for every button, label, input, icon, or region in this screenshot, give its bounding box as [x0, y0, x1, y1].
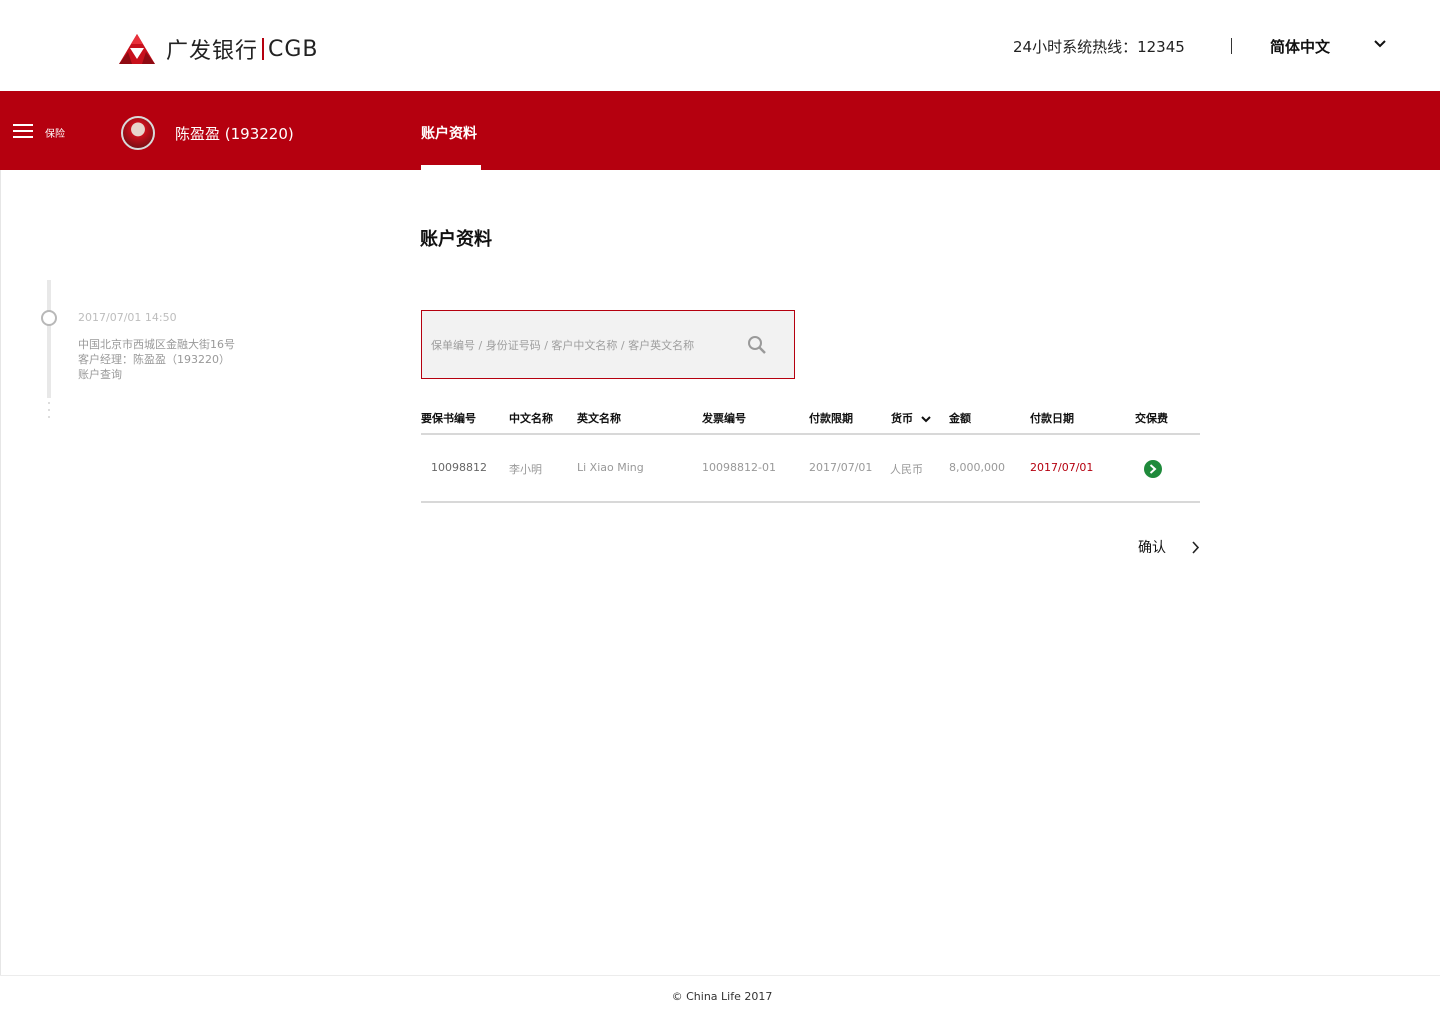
footer-divider	[0, 975, 1440, 976]
logo-text-cn: 广发银行	[166, 39, 259, 64]
col-due-date: 付款限期	[809, 412, 853, 425]
language-label: 简体中文	[1270, 38, 1331, 56]
col-currency-label: 货币	[891, 412, 913, 425]
hotline-text: 24小时系统热线：12345	[1013, 38, 1185, 56]
search-box[interactable]	[421, 310, 795, 379]
cell-currency: 人民币	[890, 463, 923, 476]
chevron-down-icon[interactable]	[921, 415, 931, 423]
cgb-logo-mark-icon	[119, 34, 155, 64]
content-border	[0, 170, 1, 975]
tab-account-info[interactable]: 账户资料	[421, 123, 477, 143]
cell-policy-no: 10098812	[431, 461, 487, 474]
logo-wordmark: 广发银行 CGB	[166, 33, 319, 65]
active-tab-indicator	[421, 165, 481, 170]
search-input[interactable]	[431, 335, 731, 355]
top-header: 广发银行 CGB 24小时系统热线：12345 简体中文	[0, 0, 1440, 91]
table-header: 要保书编号 中文名称 英文名称 发票编号 付款限期 货币 金额 付款日期 交保费	[421, 407, 1200, 435]
chevron-right-icon[interactable]	[1191, 541, 1200, 554]
timeline-manager: 客户经理：陈盈盈（193220）	[78, 353, 230, 366]
cgb-logo[interactable]: 广发银行 CGB	[118, 30, 319, 68]
col-cn-name: 中文名称	[509, 412, 553, 425]
logo-text-en: CGB	[268, 36, 319, 62]
menu-label[interactable]: 保险	[45, 125, 65, 140]
cell-due-date: 2017/07/01	[809, 461, 873, 474]
language-selector[interactable]: 简体中文	[1270, 36, 1390, 58]
col-pay-date: 付款日期	[1030, 412, 1074, 425]
timeline-action: 账户查询	[78, 368, 122, 381]
confirm-button[interactable]: 确认	[1138, 537, 1166, 557]
timeline-datetime: 2017/07/01 14:50	[78, 311, 177, 324]
cell-amount: 8,000,000	[949, 461, 1005, 474]
cell-pay-date: 2017/07/01	[1030, 461, 1094, 474]
col-currency[interactable]: 货币	[891, 410, 931, 426]
timeline-address: 中国北京市西城区金融大街16号	[78, 338, 235, 351]
timeline-node[interactable]	[41, 310, 57, 326]
policy-table: 要保书编号 中文名称 英文名称 发票编号 付款限期 货币 金额 付款日期 交保费…	[421, 407, 1200, 503]
col-invoice-no: 发票编号	[702, 412, 746, 425]
timeline-more-dots	[48, 402, 50, 420]
footer-copyright: © China Life 2017	[671, 990, 773, 1003]
cell-cn-name: 李小明	[509, 463, 542, 476]
chevron-right-icon	[1149, 464, 1157, 474]
col-en-name: 英文名称	[577, 412, 621, 425]
search-icon[interactable]	[747, 335, 767, 355]
col-amount: 金额	[949, 412, 971, 425]
table-row[interactable]: 10098812 李小明 Li Xiao Ming 10098812-01 20…	[421, 435, 1200, 503]
header-divider	[1231, 38, 1232, 54]
col-pay-premium: 交保费	[1135, 412, 1168, 425]
main-navbar: 保险 陈盈盈 (193220) 账户资料	[0, 91, 1440, 170]
cell-en-name: Li Xiao Ming	[577, 461, 644, 474]
col-policy-no: 要保书编号	[421, 412, 476, 425]
avatar[interactable]	[121, 116, 155, 150]
user-name: 陈盈盈 (193220)	[175, 125, 294, 143]
pay-premium-button[interactable]	[1144, 460, 1162, 478]
chevron-down-icon	[1374, 40, 1386, 48]
logo-divider	[262, 38, 265, 60]
page-title: 账户资料	[420, 229, 492, 250]
cell-invoice-no: 10098812-01	[702, 461, 776, 474]
timeline-track	[47, 280, 51, 398]
hamburger-menu-icon[interactable]	[13, 124, 33, 140]
